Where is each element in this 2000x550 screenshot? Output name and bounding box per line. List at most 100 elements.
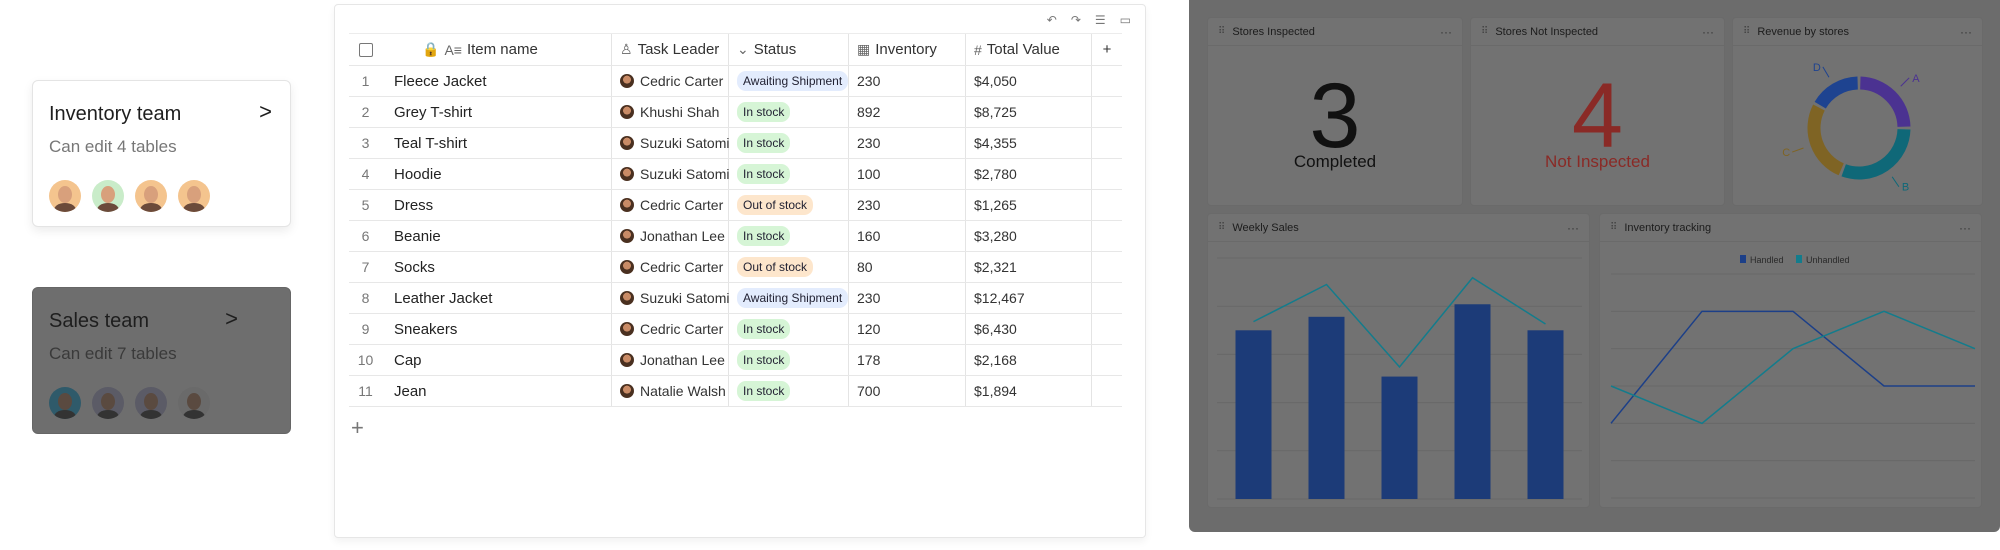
item-name-cell[interactable]: Leather Jacket — [382, 283, 612, 313]
table-row[interactable]: 10 Cap Jonathan Lee In stock 178 $2,168 — [349, 345, 1122, 376]
inventory-cell[interactable]: 178 — [849, 345, 966, 375]
drag-handle-icon[interactable]: ⠿ — [1481, 26, 1488, 37]
sales-team-card[interactable]: Sales team > Can edit 7 tables — [32, 287, 291, 434]
status-cell[interactable]: Out of stock — [729, 190, 849, 220]
more-icon[interactable]: ··· — [1440, 25, 1452, 39]
status-cell[interactable]: In stock — [729, 376, 849, 406]
item-name-cell[interactable]: Dress — [382, 190, 612, 220]
column-item-name[interactable]: 🔒 A≡ Item name — [382, 34, 612, 65]
search-filter-icon[interactable]: ☰ — [1095, 13, 1106, 27]
task-leader-cell[interactable]: Suzuki Satomi — [612, 159, 729, 189]
more-icon[interactable]: ··· — [1959, 221, 1971, 235]
total-value-cell[interactable]: $3,280 — [966, 221, 1092, 251]
stores-inspected-label: Completed — [1293, 152, 1377, 171]
drag-handle-icon[interactable]: ⠿ — [1610, 222, 1617, 233]
table-row[interactable]: 5 Dress Cedric Carter Out of stock 230 $… — [349, 190, 1122, 221]
inventory-cell[interactable]: 120 — [849, 314, 966, 344]
undo-icon[interactable]: ↶ — [1047, 13, 1057, 27]
status-cell[interactable]: Awaiting Shipment — [729, 66, 849, 96]
total-value-cell[interactable]: $1,894 — [966, 376, 1092, 406]
total-value-cell[interactable]: $1,265 — [966, 190, 1092, 220]
table-row[interactable]: 11 Jean Natalie Walsh In stock 700 $1,89… — [349, 376, 1122, 407]
item-name-cell[interactable]: Hoodie — [382, 159, 612, 189]
inventory-cell[interactable]: 160 — [849, 221, 966, 251]
inventory-cell[interactable]: 100 — [849, 159, 966, 189]
chevron-right-icon[interactable]: > — [259, 99, 272, 125]
task-leader-cell[interactable]: Khushi Shah — [612, 97, 729, 127]
more-icon[interactable]: ··· — [1567, 221, 1579, 235]
item-name-cell[interactable]: Beanie — [382, 221, 612, 251]
status-cell[interactable]: In stock — [729, 159, 849, 189]
total-value-cell[interactable]: $2,321 — [966, 252, 1092, 282]
inventory-cell[interactable]: 700 — [849, 376, 966, 406]
status-cell[interactable]: Out of stock — [729, 252, 849, 282]
redo-icon[interactable]: ↷ — [1071, 13, 1081, 27]
total-value-cell[interactable]: $2,168 — [966, 345, 1092, 375]
comment-icon[interactable]: ▭ — [1120, 13, 1131, 27]
task-leader-cell[interactable]: Cedric Carter — [612, 314, 729, 344]
task-leader-cell[interactable]: Cedric Carter — [612, 66, 729, 96]
table-row[interactable]: 8 Leather Jacket Suzuki Satomi Awaiting … — [349, 283, 1122, 314]
table-row[interactable]: 7 Socks Cedric Carter Out of stock 80 $2… — [349, 252, 1122, 283]
item-name-cell[interactable]: Teal T-shirt — [382, 128, 612, 158]
item-name-cell[interactable]: Fleece Jacket — [382, 66, 612, 96]
task-leader-cell[interactable]: Suzuki Satomi — [612, 128, 729, 158]
task-leader-cell[interactable]: Cedric Carter — [612, 252, 729, 282]
total-value-cell[interactable]: $8,725 — [966, 97, 1092, 127]
table-row[interactable]: 1 Fleece Jacket Cedric Carter Awaiting S… — [349, 66, 1122, 97]
column-task-leader[interactable]: ♙ Task Leader — [612, 34, 729, 65]
stores-inspected-value: 3 — [1309, 65, 1361, 167]
more-icon[interactable]: ··· — [1702, 25, 1714, 39]
column-inventory[interactable]: ▦ Inventory — [849, 34, 966, 65]
item-name-cell[interactable]: Grey T-shirt — [382, 97, 612, 127]
task-leader-cell[interactable]: Jonathan Lee — [612, 345, 729, 375]
status-cell[interactable]: Awaiting Shipment — [729, 283, 849, 313]
table-row[interactable]: 9 Sneakers Cedric Carter In stock 120 $6… — [349, 314, 1122, 345]
add-row-button[interactable]: + — [351, 415, 364, 441]
inventory-cell[interactable]: 230 — [849, 66, 966, 96]
total-value-cell[interactable]: $12,467 — [966, 283, 1092, 313]
toolbar: ↶ ↷ ☰ ▭ — [1047, 13, 1131, 27]
chevron-right-icon[interactable]: > — [225, 306, 238, 332]
status-cell[interactable]: In stock — [729, 221, 849, 251]
table-row[interactable]: 3 Teal T-shirt Suzuki Satomi In stock 23… — [349, 128, 1122, 159]
inventory-cell[interactable]: 892 — [849, 97, 966, 127]
status-badge: In stock — [737, 319, 791, 339]
task-leader-cell[interactable]: Jonathan Lee — [612, 221, 729, 251]
add-column-button[interactable]: + — [1092, 34, 1122, 65]
total-value-cell[interactable]: $4,050 — [966, 66, 1092, 96]
status-cell[interactable]: In stock — [729, 314, 849, 344]
donut-label: D — [1813, 62, 1821, 74]
inventory-cell[interactable]: 230 — [849, 190, 966, 220]
status-cell[interactable]: In stock — [729, 345, 849, 375]
table-row[interactable]: 2 Grey T-shirt Khushi Shah In stock 892 … — [349, 97, 1122, 128]
total-value-cell[interactable]: $2,780 — [966, 159, 1092, 189]
status-cell[interactable]: In stock — [729, 128, 849, 158]
table-row[interactable]: 6 Beanie Jonathan Lee In stock 160 $3,28… — [349, 221, 1122, 252]
table-row[interactable]: 4 Hoodie Suzuki Satomi In stock 100 $2,7… — [349, 159, 1122, 190]
inventory-cell[interactable]: 80 — [849, 252, 966, 282]
status-cell[interactable]: In stock — [729, 97, 849, 127]
select-all-checkbox[interactable] — [358, 42, 373, 57]
inventory-cell[interactable]: 230 — [849, 128, 966, 158]
donut-slice-A — [1859, 76, 1911, 128]
drag-handle-icon[interactable]: ⠿ — [1218, 26, 1225, 37]
inventory-cell[interactable]: 230 — [849, 283, 966, 313]
column-status[interactable]: ⌄ Status — [729, 34, 849, 65]
column-total-value[interactable]: # Total Value — [966, 34, 1092, 65]
stores-not-inspected-widget: ⠿ Stores Not Inspected ··· 4 Not Inspected — [1470, 17, 1725, 206]
task-leader-cell[interactable]: Suzuki Satomi — [612, 283, 729, 313]
more-icon[interactable]: ··· — [1960, 25, 1972, 39]
total-value-cell[interactable]: $4,355 — [966, 128, 1092, 158]
stores-not-inspected-label: Not Inspected — [1545, 152, 1650, 171]
item-name-cell[interactable]: Jean — [382, 376, 612, 406]
item-name-cell[interactable]: Socks — [382, 252, 612, 282]
total-value-cell[interactable]: $6,430 — [966, 314, 1092, 344]
drag-handle-icon[interactable]: ⠿ — [1218, 222, 1225, 233]
task-leader-cell[interactable]: Natalie Walsh — [612, 376, 729, 406]
inventory-team-card[interactable]: Inventory team > Can edit 4 tables — [32, 80, 291, 227]
drag-handle-icon[interactable]: ⠿ — [1743, 26, 1750, 37]
item-name-cell[interactable]: Cap — [382, 345, 612, 375]
task-leader-cell[interactable]: Cedric Carter — [612, 190, 729, 220]
item-name-cell[interactable]: Sneakers — [382, 314, 612, 344]
